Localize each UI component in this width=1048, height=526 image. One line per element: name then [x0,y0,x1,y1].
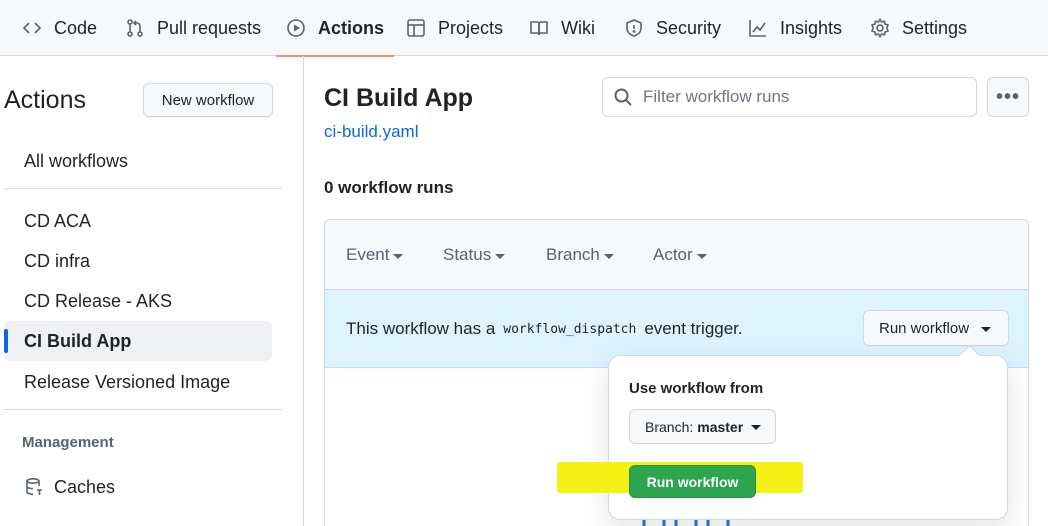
sidebar-title: Actions [4,86,86,114]
sidebar-item-caches[interactable]: Caches [4,467,272,507]
tab-pull-requests-label: Pull requests [157,17,262,38]
tab-projects-label: Projects [438,17,504,38]
dispatch-trigger-code: workflow_dispatch [503,321,637,337]
filter-label: Event [346,245,390,264]
database-icon [24,477,44,497]
gear-icon [870,18,890,38]
shield-icon [624,18,644,38]
sidebar-item-cd-infra[interactable]: CD infra [4,241,272,281]
sidebar-item-label: CI Build App [24,330,132,351]
tab-code-label: Code [54,17,98,38]
filter-label: Branch [546,245,600,264]
run-workflow-submit-button[interactable]: Run workflow [629,465,756,498]
sidebar-item-label: CD ACA [24,210,92,231]
sidebar-item-label: All workflows [24,150,129,171]
workflow-file-link[interactable]: ci-build.yaml [324,122,418,142]
table-icon [406,18,426,38]
page-title: CI Build App [324,84,474,112]
branch-select[interactable]: Branch: master [629,409,776,444]
tab-projects[interactable]: Projects [406,0,503,56]
tab-pull-requests[interactable]: Pull requests [125,0,261,56]
search-input[interactable] [643,87,963,107]
kebab-horizontal-icon: ••• [995,85,1020,108]
tab-insights[interactable]: Insights [748,0,842,56]
runs-filter-bar: Event Status Branch Actor [325,220,1028,290]
sidebar-divider [4,409,282,410]
graph-icon [748,18,768,38]
tab-wiki[interactable]: Wiki [529,0,595,56]
sidebar-item-ci-build-app[interactable]: CI Build App [4,321,272,361]
sidebar-divider [4,188,282,189]
dispatch-prefix: This workflow has a [346,319,496,338]
sidebar-item-label: Caches [54,476,116,497]
branch-prefix: Branch: [645,418,694,435]
sidebar-item-cd-release-aks[interactable]: CD Release - AKS [4,281,272,321]
branch-value: master [697,418,744,435]
more-options-button[interactable]: ••• [987,77,1029,117]
tab-settings[interactable]: Settings [870,0,967,56]
caret-down-icon [981,326,992,332]
filter-status-dropdown[interactable]: Status [443,220,506,290]
tab-actions-label: Actions [318,17,385,38]
run-workflow-dropdown-button[interactable]: Run workflow [863,310,1009,346]
tab-wiki-label: Wiki [561,17,595,38]
repo-nav: Code Pull requests Actions Projects Wiki… [0,0,1048,57]
caret-down-icon [393,253,404,259]
git-pull-request-icon [125,18,145,38]
sidebar-item-cd-aca[interactable]: CD ACA [4,201,272,241]
tab-settings-label: Settings [902,17,968,38]
filter-label: Status [443,245,492,264]
caret-down-icon [603,253,614,259]
workflow-runs-count: 0 workflow runs [324,178,454,197]
sidebar-item-label: CD infra [24,250,91,271]
book-icon [529,18,549,38]
use-workflow-from-label: Use workflow from [629,380,764,397]
tab-actions[interactable]: Actions [275,0,395,57]
filter-actor-dropdown[interactable]: Actor [653,220,707,290]
filter-event-dropdown[interactable]: Event [346,220,404,290]
tab-insights-label: Insights [780,17,843,38]
sidebar-item-release-versioned-image[interactable]: Release Versioned Image [4,362,272,402]
filter-branch-dropdown[interactable]: Branch [546,220,614,290]
management-heading: Management [22,434,114,451]
code-icon [22,18,42,38]
filter-runs-search[interactable] [602,77,977,117]
sidebar-item-label: Release Versioned Image [24,371,231,392]
caret-down-icon [751,425,762,430]
tab-code[interactable]: Code [22,0,97,56]
sidebar-item-label: CD Release - AKS [24,290,173,311]
sidebar-separator [303,56,304,526]
new-workflow-button[interactable]: New workflow [143,83,273,117]
run-workflow-label: Run workflow [879,319,970,337]
tab-security-label: Security [656,17,722,38]
caret-down-icon [495,253,506,259]
filter-label: Actor [653,245,693,264]
play-icon [286,18,306,38]
dispatch-suffix: event trigger. [644,319,743,338]
tab-security[interactable]: Security [624,0,721,56]
caret-down-icon [696,253,707,259]
search-icon [613,87,633,107]
sidebar-item-all-workflows[interactable]: All workflows [4,141,272,181]
